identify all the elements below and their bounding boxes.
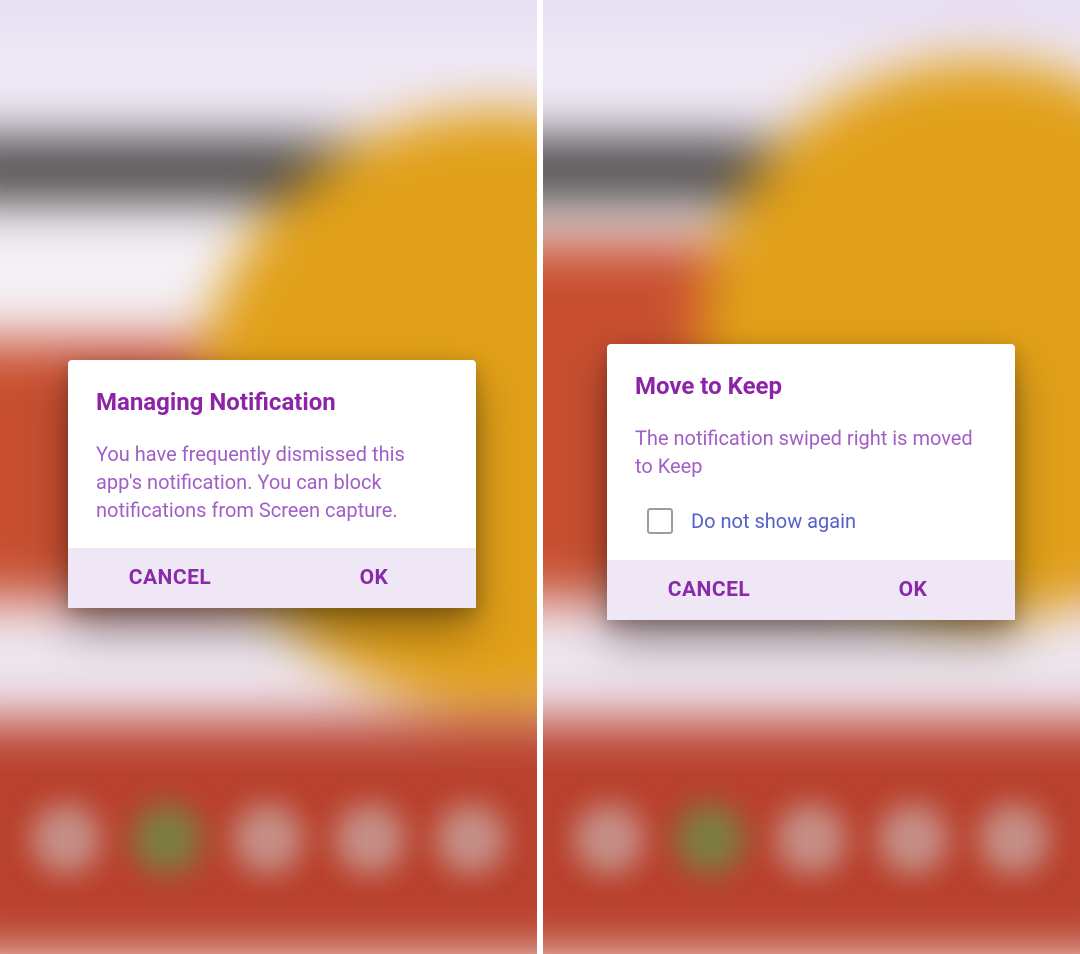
dock-row: [0, 804, 537, 874]
ok-button[interactable]: OK: [811, 560, 1015, 620]
dock-row: [543, 804, 1080, 874]
screenshot-left: Managing Notification You have frequentl…: [0, 0, 537, 954]
screenshot-right: Move to Keep The notification swiped rig…: [543, 0, 1080, 954]
dialog-body: You have frequently dismissed this app's…: [68, 434, 476, 548]
cancel-button[interactable]: CANCEL: [607, 560, 811, 620]
dialog-button-row: CANCEL OK: [68, 548, 476, 608]
cancel-button[interactable]: CANCEL: [68, 548, 272, 608]
dialog-title: Move to Keep: [607, 344, 1015, 418]
dialog-body: The notification swiped right is moved t…: [607, 418, 1015, 504]
stage: Managing Notification You have frequentl…: [0, 0, 1080, 954]
dialog-button-row: CANCEL OK: [607, 560, 1015, 620]
do-not-show-again-checkbox[interactable]: [647, 508, 673, 534]
dialog-title: Managing Notification: [68, 360, 476, 434]
checkbox-label[interactable]: Do not show again: [691, 509, 856, 533]
ok-button[interactable]: OK: [272, 548, 476, 608]
dialog-managing-notification: Managing Notification You have frequentl…: [68, 360, 476, 608]
checkbox-row: Do not show again: [607, 504, 1015, 560]
dialog-move-to-keep: Move to Keep The notification swiped rig…: [607, 344, 1015, 620]
